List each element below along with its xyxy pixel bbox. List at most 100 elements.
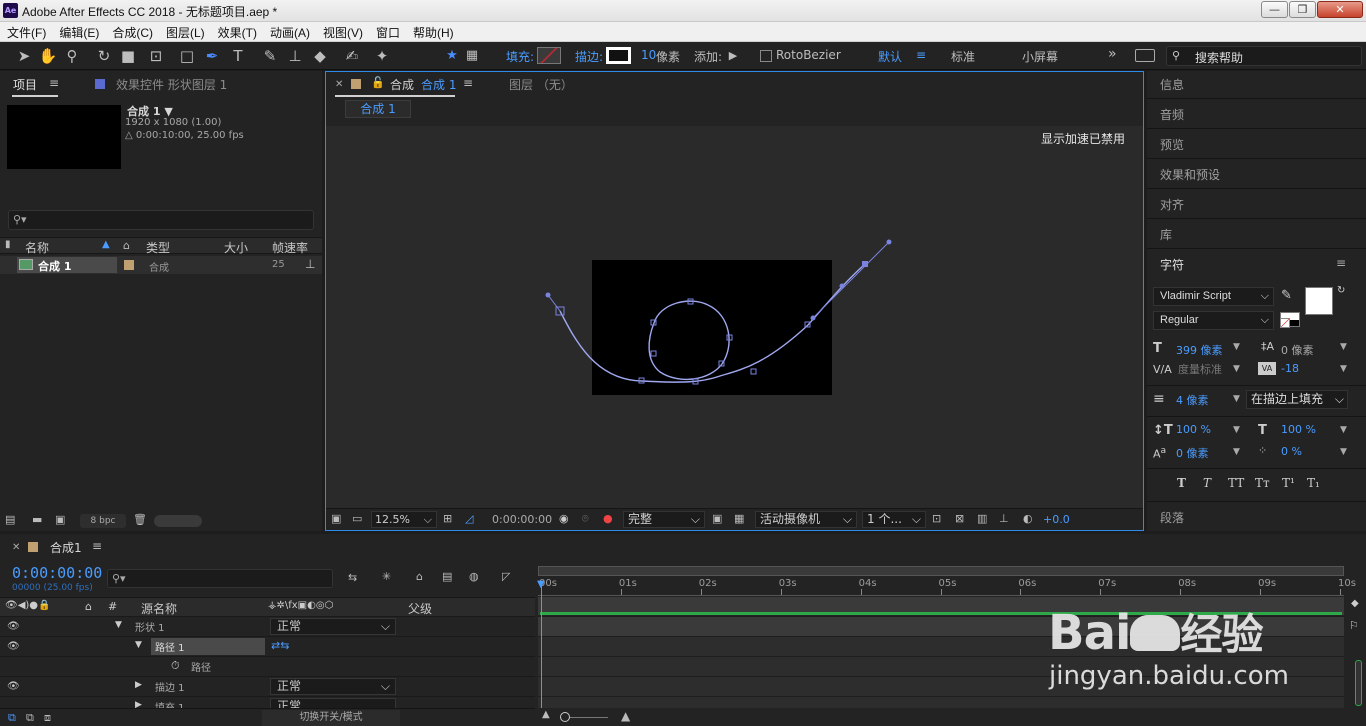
views-select[interactable]: 1 个... ⌵: [862, 511, 926, 528]
resolution-icon[interactable]: ⊞: [443, 512, 452, 525]
stroke-mode-select[interactable]: 在描边上填充 ⌵: [1246, 390, 1348, 409]
baseline-shift-value[interactable]: 0 像素: [1176, 445, 1209, 461]
panel-info[interactable]: 信息: [1160, 76, 1184, 93]
column-parent[interactable]: 父级: [408, 600, 432, 617]
close-tab-icon[interactable]: ✕: [12, 542, 20, 553]
monitor-icon[interactable]: ▭: [352, 512, 362, 525]
panel-libraries[interactable]: 库: [1160, 226, 1172, 243]
graph-editor-icon[interactable]: ◸: [502, 570, 510, 583]
faux-bold-button[interactable]: T: [1177, 476, 1186, 490]
layer-switches-icons[interactable]: ⚶✲\fx▣◐◎⬡: [268, 600, 333, 611]
chevron-down-icon[interactable]: ▼: [1233, 425, 1240, 435]
eye-icon[interactable]: 👁: [7, 621, 20, 632]
zoom-out-icon[interactable]: ▲: [542, 709, 550, 720]
channel-icon[interactable]: ●: [603, 512, 613, 525]
chevron-down-icon[interactable]: ▼: [1233, 394, 1240, 404]
resolution-select[interactable]: 完整 ⌵: [623, 511, 705, 528]
character-menu-icon[interactable]: ≡: [1336, 256, 1346, 270]
table-row[interactable]: ▶ 填充 1 正常: [0, 696, 535, 708]
playhead-handle-icon[interactable]: ▼: [537, 579, 545, 590]
timeline-vertical-scrollbar[interactable]: [1355, 660, 1362, 706]
swap-colors-icon[interactable]: ↻: [1337, 285, 1345, 296]
in-out-toggle-icon[interactable]: ⧈: [44, 711, 51, 725]
superscript-button[interactable]: T¹: [1282, 476, 1295, 490]
show-snapshot-icon[interactable]: ⌾: [582, 512, 589, 526]
snapshot-icon[interactable]: ◉: [559, 512, 569, 525]
zoom-in-icon[interactable]: ▲: [621, 709, 630, 723]
layer-switches-toggle-icon[interactable]: ⧉: [8, 711, 16, 725]
panel-audio[interactable]: 音频: [1160, 106, 1184, 123]
panel-preview[interactable]: 预览: [1160, 136, 1184, 153]
blend-mode-select[interactable]: 正常 ⌵: [270, 618, 396, 635]
current-time[interactable]: 0:00:00:00: [492, 513, 552, 526]
draft-3d-icon[interactable]: ✳: [382, 570, 391, 583]
comp-mini-flowchart-icon[interactable]: ⇆: [348, 571, 357, 584]
font-style-select[interactable]: Regular ⌵: [1153, 311, 1274, 330]
av-features-icons[interactable]: 👁◀)●🔒: [5, 600, 50, 611]
time-navigator[interactable]: [538, 566, 1344, 576]
timeline-timecode[interactable]: 0:00:00:00: [12, 564, 102, 582]
path-direction-icons[interactable]: ⇄⇆: [271, 639, 289, 652]
panel-align[interactable]: 对齐: [1160, 196, 1184, 213]
kerning-value[interactable]: 度量标准: [1178, 361, 1222, 377]
exposure-value[interactable]: +0.0: [1043, 513, 1070, 526]
timeline-icon[interactable]: ▥: [977, 512, 987, 525]
transfer-controls-icon[interactable]: ⧉: [26, 711, 34, 725]
chevron-down-icon[interactable]: ▼: [1233, 342, 1240, 352]
timeline-tab[interactable]: 合成1: [50, 539, 82, 556]
comp-button-icon[interactable]: ⚐: [1349, 619, 1359, 632]
table-row[interactable]: 👁 ▼ 形状 1 正常 ⌵: [0, 616, 535, 636]
toggle-pixel-aspect-icon[interactable]: ⊡: [932, 512, 941, 525]
tsume-value[interactable]: 0 %: [1281, 445, 1302, 458]
chevron-down-icon[interactable]: ▼: [1340, 447, 1347, 457]
panel-effects-presets[interactable]: 效果和预设: [1160, 166, 1220, 183]
tracking-value[interactable]: -18: [1281, 362, 1299, 375]
stroke-width-value[interactable]: 4 像素: [1176, 392, 1209, 408]
toggle-switches-modes-button[interactable]: 切换开关/模式: [262, 710, 400, 726]
reset-exposure-icon[interactable]: ◐: [1023, 512, 1033, 525]
eye-icon[interactable]: 👁: [7, 641, 20, 652]
zoom-slider-thumb[interactable]: [560, 712, 570, 722]
faux-italic-button[interactable]: T: [1203, 476, 1211, 490]
fill-color-swatch[interactable]: [1305, 287, 1333, 315]
chevron-down-icon[interactable]: ▼: [1340, 364, 1347, 374]
expand-arrow-icon[interactable]: ▼: [115, 620, 122, 630]
all-caps-button[interactable]: TT: [1228, 476, 1244, 490]
stopwatch-icon[interactable]: ⏱: [171, 659, 180, 673]
region-of-interest-icon[interactable]: ▣: [712, 512, 722, 525]
panel-paragraph[interactable]: 段落: [1160, 509, 1184, 526]
panel-character[interactable]: 字符: [1160, 256, 1184, 273]
horizontal-scale-value[interactable]: 100 %: [1281, 423, 1316, 436]
chevron-down-icon[interactable]: ▼: [1233, 364, 1240, 374]
chevron-down-icon[interactable]: ▼: [1340, 342, 1347, 352]
camera-select[interactable]: 活动摄像机 ⌵: [755, 511, 857, 528]
comp-marker-icon[interactable]: ◆: [1351, 598, 1359, 609]
collapse-arrow-icon[interactable]: ▶: [135, 700, 142, 708]
timeline-menu-icon[interactable]: ≡: [92, 539, 102, 553]
shy-layers-icon[interactable]: ⌂: [416, 570, 423, 583]
table-row[interactable]: ⏱ 路径: [0, 656, 535, 676]
font-size-value[interactable]: 399 像素: [1176, 342, 1223, 358]
chevron-down-icon[interactable]: ▼: [1233, 447, 1240, 457]
eye-icon[interactable]: 👁: [7, 681, 20, 692]
collapse-arrow-icon[interactable]: ▶: [135, 680, 142, 690]
leading-value[interactable]: 0 像素: [1281, 342, 1314, 358]
no-color-icon[interactable]: [1280, 318, 1290, 328]
chevron-down-icon[interactable]: ▼: [1340, 425, 1347, 435]
small-caps-button[interactable]: Tт: [1255, 476, 1270, 490]
font-family-select[interactable]: Vladimir Script ⌵: [1153, 287, 1274, 306]
blend-mode-select[interactable]: 正常 ⌵: [270, 678, 396, 695]
always-preview-icon[interactable]: ▣: [331, 512, 341, 525]
mask-visibility-icon[interactable]: ◿: [465, 512, 473, 525]
fast-previews-icon[interactable]: ⊠: [955, 512, 964, 525]
eyedropper-icon[interactable]: ✎: [1281, 288, 1292, 303]
motion-blur-icon[interactable]: ◍: [469, 570, 479, 583]
timeline-search-input[interactable]: ⚲▾: [107, 569, 333, 588]
subscript-button[interactable]: T₁: [1307, 476, 1320, 490]
column-source-name[interactable]: 源名称: [141, 600, 177, 617]
vertical-scale-value[interactable]: 100 %: [1176, 423, 1211, 436]
transparency-grid-icon[interactable]: ▦: [734, 512, 744, 525]
zoom-select[interactable]: 12.5% ⌵: [371, 511, 437, 528]
flowchart-icon[interactable]: ⊥: [999, 512, 1009, 525]
frame-blending-icon[interactable]: ▤: [442, 570, 452, 583]
